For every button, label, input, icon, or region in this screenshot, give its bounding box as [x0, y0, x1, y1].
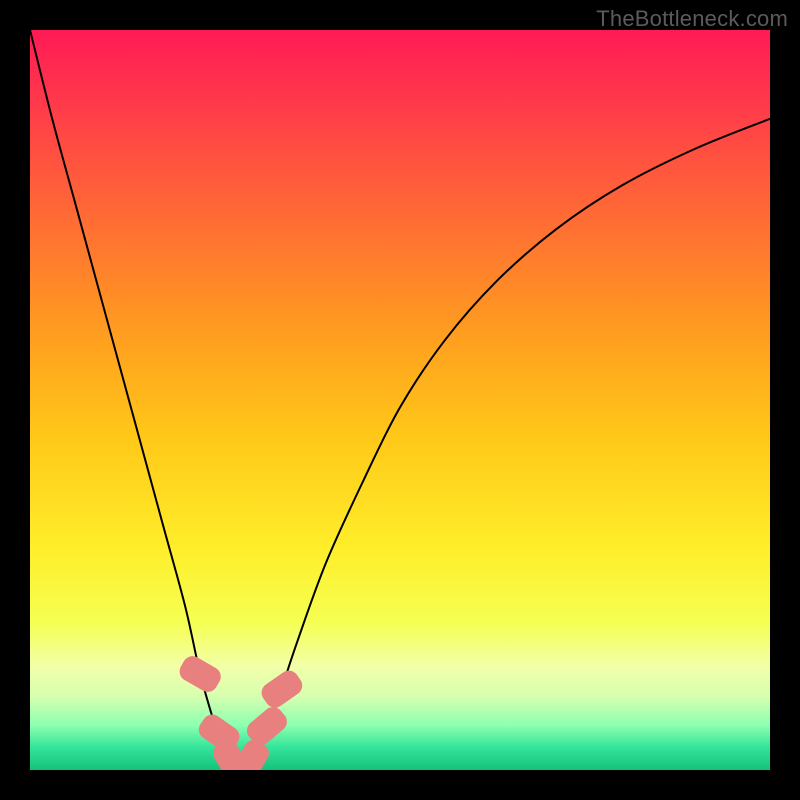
plot-area — [30, 30, 770, 770]
bottleneck-curve — [30, 30, 770, 770]
chart-container: TheBottleneck.com — [0, 0, 800, 800]
watermark-text: TheBottleneck.com — [596, 6, 788, 32]
